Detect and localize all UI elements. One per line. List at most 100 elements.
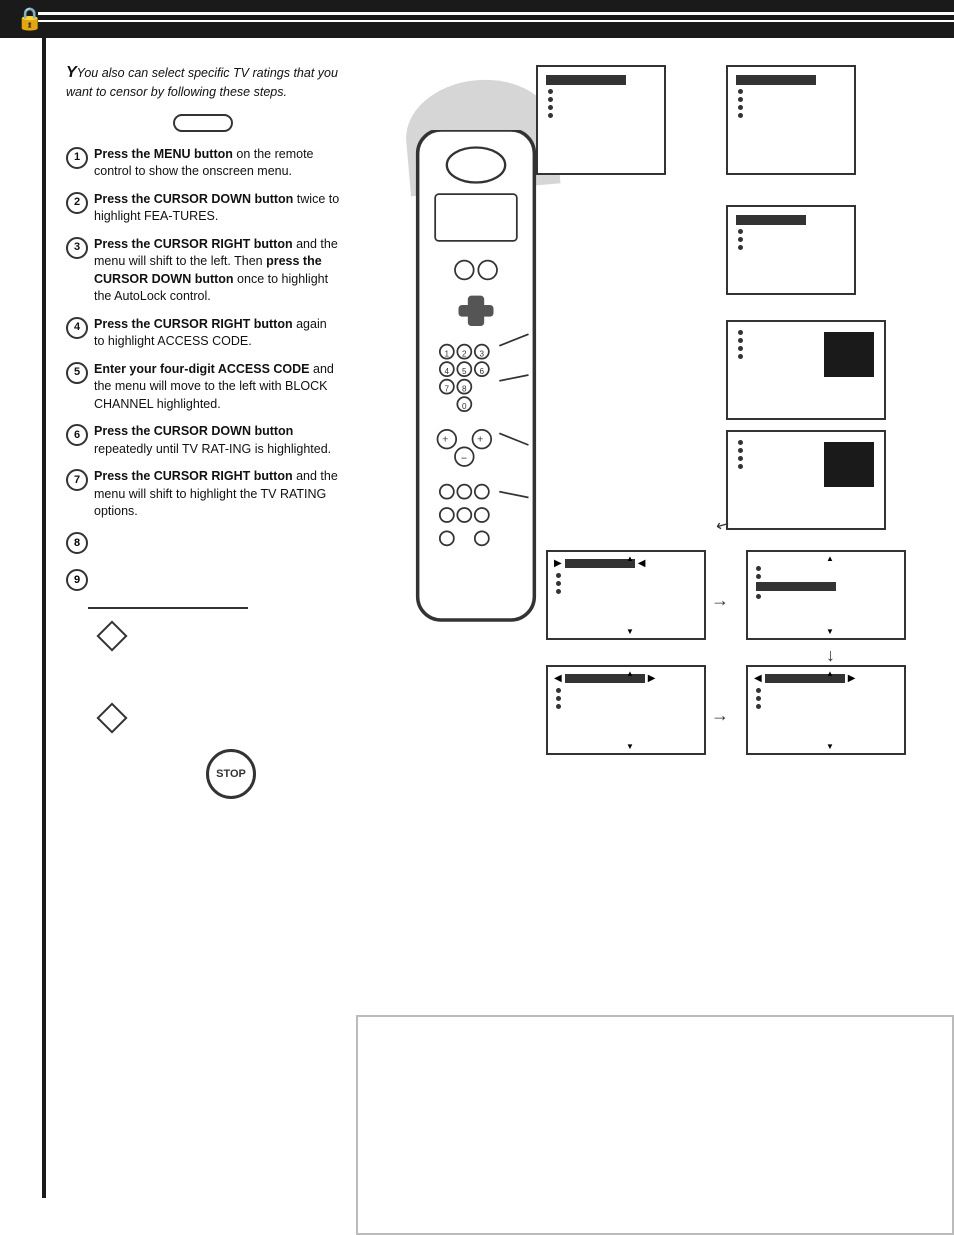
screen-highlight-1 — [546, 75, 626, 85]
screen-dot-4 — [548, 113, 553, 118]
step-text-5: Enter your four-digit ACCESS CODE and th… — [94, 361, 340, 414]
step-num-3: 3 — [66, 237, 88, 259]
screen-box-7: ▲ ▼ — [746, 550, 906, 640]
svg-text:5: 5 — [462, 367, 467, 376]
screen-dot-2c — [738, 105, 743, 110]
intro-text: YYou also can select specific TV ratings… — [66, 62, 340, 102]
step-num-1: 1 — [66, 147, 88, 169]
screen-highlight-6 — [565, 559, 635, 568]
screen-triangle-up9: ▲ — [826, 669, 834, 678]
screen-dot-7c — [756, 594, 761, 599]
svg-text:2: 2 — [462, 349, 467, 358]
screen-arrow-6: ▶ — [554, 558, 562, 569]
screen-dot-1 — [548, 89, 553, 94]
stop-badge: STOP — [206, 749, 256, 799]
screen-dot-9a — [756, 688, 761, 693]
diamond-2 — [96, 702, 127, 733]
screen-dot-7b — [756, 574, 761, 579]
screen-box-4 — [726, 320, 886, 420]
step-6: 6 Press the CURSOR DOWN button repeatedl… — [66, 423, 340, 458]
screen-dot-6a — [556, 573, 561, 578]
screen-box-6: ▶ ◀ ▲ ▼ — [546, 550, 706, 640]
screen-dot-7a — [756, 566, 761, 571]
screen-dot-4a2 — [738, 330, 743, 335]
screen-arrow-9b: ▶ — [848, 673, 856, 684]
screen-triangle-down9: ▼ — [826, 742, 834, 751]
arrow-between-6-7: → — [711, 590, 729, 611]
screen-dot-4a3 — [738, 440, 743, 445]
step-text-7: Press the CURSOR RIGHT button and the me… — [94, 468, 340, 521]
svg-text:3: 3 — [480, 349, 485, 358]
svg-text:+: + — [477, 434, 483, 446]
lock-icon: 🔒 — [16, 6, 43, 32]
step-text-2: Press the CURSOR DOWN button twice to hi… — [94, 191, 340, 226]
screen-triangle-up8: ▲ — [626, 669, 634, 678]
screen-dot-8c — [556, 704, 561, 709]
svg-text:1: 1 — [445, 349, 450, 358]
step-num-6: 6 — [66, 424, 88, 446]
menu-button-shape — [173, 114, 233, 132]
step-2: 2 Press the CURSOR DOWN button twice to … — [66, 191, 340, 226]
screen-triangle-up7: ▲ — [826, 554, 834, 563]
screen-dot-6b — [556, 581, 561, 586]
screen-highlight-3 — [736, 215, 806, 225]
screen-arrow-9: ◀ — [754, 673, 762, 684]
step-num-2: 2 — [66, 192, 88, 214]
step-7: 7 Press the CURSOR RIGHT button and the … — [66, 468, 340, 521]
screen-box-3 — [726, 205, 856, 295]
screen-dot-3c — [738, 245, 743, 250]
screen-box-8: ◀ ▶ ▲ ▼ — [546, 665, 706, 755]
step-text-6: Press the CURSOR DOWN button repeatedly … — [94, 423, 340, 458]
screen-arrow-8b: ▶ — [648, 673, 656, 684]
header-lines — [38, 12, 954, 15]
step-text-4: Press the CURSOR RIGHT button again to h… — [94, 316, 340, 351]
screen-arrow-6b: ◀ — [638, 558, 646, 569]
step-4: 4 Press the CURSOR RIGHT button again to… — [66, 316, 340, 351]
step-text-3: Press the CURSOR RIGHT button and the me… — [94, 236, 340, 306]
arrow-between-8-9: → — [711, 705, 729, 726]
screen-dot-6c — [556, 589, 561, 594]
step-9: 9 — [66, 568, 340, 591]
instructions-panel: YYou also can select specific TV ratings… — [46, 50, 356, 811]
screen-dot-3 — [548, 105, 553, 110]
header-bar — [0, 0, 954, 38]
screen-dot-3b — [738, 237, 743, 242]
svg-text:7: 7 — [445, 384, 450, 393]
screen-dot-2d — [738, 113, 743, 118]
step-num-7: 7 — [66, 469, 88, 491]
step-5: 5 Enter your four-digit ACCESS CODE and … — [66, 361, 340, 414]
step-num-5: 5 — [66, 362, 88, 384]
screen-dot-9b — [756, 696, 761, 701]
screen-dot-2b — [738, 97, 743, 102]
screen-dot-4d3 — [738, 464, 743, 469]
header-lines2 — [38, 20, 954, 22]
step-text-1: Press the MENU button on the remote cont… — [94, 146, 340, 181]
svg-text:4: 4 — [445, 367, 450, 376]
svg-text:0: 0 — [462, 402, 467, 411]
step-8: 8 — [66, 531, 340, 554]
diamond-1 — [96, 620, 127, 651]
screen-dot-8b — [556, 696, 561, 701]
black-square-2 — [824, 332, 874, 377]
remote-button-illustration — [66, 114, 340, 132]
screen-dot-8a — [556, 688, 561, 693]
screen-box-1 — [536, 65, 666, 175]
screen-highlight-2 — [736, 75, 816, 85]
diagram-panel: 1 2 3 4 5 6 7 8 0 + + − — [356, 50, 954, 1235]
screen-triangle-down8: ▼ — [626, 742, 634, 751]
divider-line — [88, 607, 248, 609]
screen-dot-4b3 — [738, 448, 743, 453]
note-box — [356, 1015, 954, 1235]
arrow-down-7-8: ↓ — [826, 645, 835, 666]
screen-box-5 — [726, 430, 886, 530]
screen-highlight-7 — [756, 582, 836, 591]
screen-triangle-up6: ▲ — [626, 554, 634, 563]
black-square-3 — [824, 442, 874, 487]
screen-triangle-down7: ▼ — [826, 627, 834, 636]
screen-box-2 — [726, 65, 856, 175]
screen-box-9: ◀ ▶ ▲ ▼ — [746, 665, 906, 755]
svg-text:+: + — [442, 434, 448, 446]
svg-text:8: 8 — [462, 384, 467, 393]
screen-dot-2 — [548, 97, 553, 102]
step-num-9: 9 — [66, 569, 88, 591]
